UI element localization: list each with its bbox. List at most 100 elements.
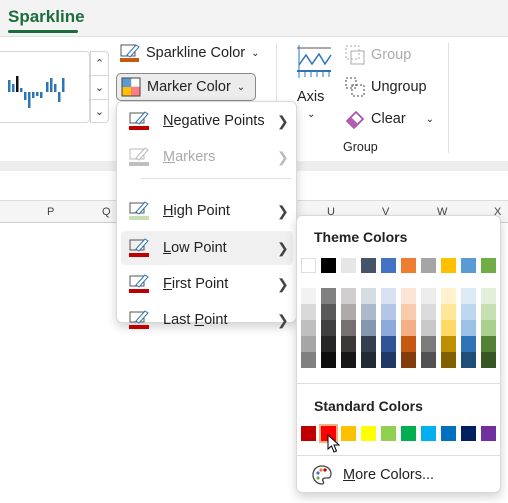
standard-color-swatch[interactable] <box>481 426 496 441</box>
menu-item-low-point[interactable]: Low Point ❯ <box>121 231 293 265</box>
theme-shade-swatch[interactable] <box>341 288 356 304</box>
theme-shade-swatch[interactable] <box>381 320 396 336</box>
menu-item-last-point[interactable]: Last Point ❯ <box>121 303 293 337</box>
standard-color-swatch[interactable] <box>461 426 476 441</box>
theme-shade-swatch[interactable] <box>461 336 476 352</box>
theme-shade-swatch[interactable] <box>301 304 316 320</box>
theme-shade-swatch[interactable] <box>321 320 336 336</box>
column-header-q[interactable]: Q <box>102 206 111 218</box>
theme-shade-swatch[interactable] <box>461 304 476 320</box>
standard-color-swatch[interactable] <box>361 426 376 441</box>
theme-shade-swatch[interactable] <box>421 288 436 304</box>
theme-shade-swatch[interactable] <box>421 352 436 368</box>
menu-item-label: Low Point <box>163 240 227 256</box>
group-icon <box>345 45 365 65</box>
theme-shade-swatch[interactable] <box>341 320 356 336</box>
gallery-more-button[interactable]: ⌄ <box>91 100 108 124</box>
standard-color-swatch[interactable] <box>401 426 416 441</box>
theme-shade-swatch[interactable] <box>361 320 376 336</box>
theme-color-swatch[interactable] <box>301 258 316 273</box>
theme-shade-swatch[interactable] <box>341 304 356 320</box>
menu-item-high-point[interactable]: High Point ❯ <box>121 194 293 228</box>
group-section-label: Group <box>343 140 378 154</box>
menu-item-first-point[interactable]: First Point ❯ <box>121 267 293 301</box>
sparkline-color-button[interactable]: Sparkline Color ⌄ <box>120 43 260 63</box>
clear-button[interactable]: Clear ⌄ <box>345 109 434 129</box>
theme-shade-swatch[interactable] <box>301 320 316 336</box>
theme-color-swatch[interactable] <box>341 258 356 273</box>
theme-shade-swatch[interactable] <box>481 288 496 304</box>
gallery-down-button[interactable]: ⌄ <box>91 76 108 100</box>
theme-shade-swatch[interactable] <box>481 352 496 368</box>
theme-shade-swatch[interactable] <box>381 288 396 304</box>
marker-color-button[interactable]: Marker Color ⌄ <box>116 73 256 101</box>
standard-color-swatch[interactable] <box>441 426 456 441</box>
theme-shade-swatch[interactable] <box>321 352 336 368</box>
sparkline-style-gallery[interactable] <box>0 51 90 123</box>
tab-sparkline[interactable]: Sparkline <box>8 7 85 27</box>
theme-shade-swatch[interactable] <box>441 352 456 368</box>
standard-color-swatch[interactable] <box>341 426 356 441</box>
theme-shade-swatch[interactable] <box>441 288 456 304</box>
theme-shade-swatch[interactable] <box>441 304 456 320</box>
theme-shade-swatch[interactable] <box>481 336 496 352</box>
menu-item-label: First Point <box>163 276 229 292</box>
theme-shade-swatch[interactable] <box>341 352 356 368</box>
theme-shade-swatch[interactable] <box>421 304 436 320</box>
menu-item-negative-points[interactable]: Negative Points ❯ <box>121 104 293 138</box>
gallery-up-button[interactable]: ⌃ <box>91 52 108 76</box>
menu-item-label: High Point <box>163 203 230 219</box>
theme-color-swatch[interactable] <box>401 258 416 273</box>
theme-shade-swatch[interactable] <box>361 304 376 320</box>
theme-shade-swatch[interactable] <box>341 336 356 352</box>
theme-color-swatch[interactable] <box>361 258 376 273</box>
theme-shade-swatch[interactable] <box>321 304 336 320</box>
theme-shade-swatch[interactable] <box>421 320 436 336</box>
theme-shade-swatch[interactable] <box>381 352 396 368</box>
theme-color-swatch[interactable] <box>441 258 456 273</box>
theme-shade-swatch[interactable] <box>301 288 316 304</box>
group-label: Group <box>371 47 412 63</box>
theme-shade-swatch[interactable] <box>441 336 456 352</box>
theme-shade-swatch[interactable] <box>401 304 416 320</box>
theme-color-swatch[interactable] <box>421 258 436 273</box>
theme-shade-swatch[interactable] <box>401 352 416 368</box>
theme-shade-swatch[interactable] <box>381 304 396 320</box>
chevron-down-icon: ⌄ <box>236 81 246 93</box>
theme-shade-swatch[interactable] <box>481 304 496 320</box>
theme-shade-swatch[interactable] <box>461 320 476 336</box>
theme-color-swatch[interactable] <box>321 258 336 273</box>
theme-shade-swatch[interactable] <box>361 336 376 352</box>
theme-shade-swatch[interactable] <box>481 320 496 336</box>
column-header-p[interactable]: P <box>47 206 54 218</box>
chevron-right-icon: ❯ <box>277 202 289 219</box>
theme-shade-swatch[interactable] <box>321 336 336 352</box>
theme-shade-swatch[interactable] <box>421 336 436 352</box>
theme-shade-swatch[interactable] <box>361 288 376 304</box>
standard-color-swatch[interactable] <box>421 426 436 441</box>
chevron-right-icon: ❯ <box>277 239 289 256</box>
theme-color-swatch[interactable] <box>381 258 396 273</box>
theme-shade-swatch[interactable] <box>361 352 376 368</box>
menu-item-label: Last Point <box>163 312 228 328</box>
standard-color-swatch[interactable] <box>301 426 316 441</box>
more-colors-button[interactable]: More Colors... <box>311 464 434 486</box>
theme-shade-swatch[interactable] <box>381 336 396 352</box>
standard-color-swatch[interactable] <box>381 426 396 441</box>
theme-shade-swatch[interactable] <box>321 288 336 304</box>
theme-shade-swatch[interactable] <box>401 336 416 352</box>
palette-icon <box>312 465 332 485</box>
theme-shade-swatch[interactable] <box>401 320 416 336</box>
theme-shade-swatch[interactable] <box>461 288 476 304</box>
theme-shade-swatch[interactable] <box>301 336 316 352</box>
theme-shade-swatch[interactable] <box>441 320 456 336</box>
theme-color-swatch[interactable] <box>481 258 496 273</box>
theme-colors-heading: Theme Colors <box>314 229 408 245</box>
theme-shade-swatch[interactable] <box>461 352 476 368</box>
chevron-down-icon: ⌄ <box>425 113 435 125</box>
theme-shade-swatch[interactable] <box>301 352 316 368</box>
ungroup-button[interactable]: Ungroup <box>345 77 427 97</box>
theme-color-swatch[interactable] <box>461 258 476 273</box>
marker-color-menu: Negative Points ❯ Markers ❯ High Point ❯… <box>116 101 297 329</box>
theme-shade-swatch[interactable] <box>401 288 416 304</box>
